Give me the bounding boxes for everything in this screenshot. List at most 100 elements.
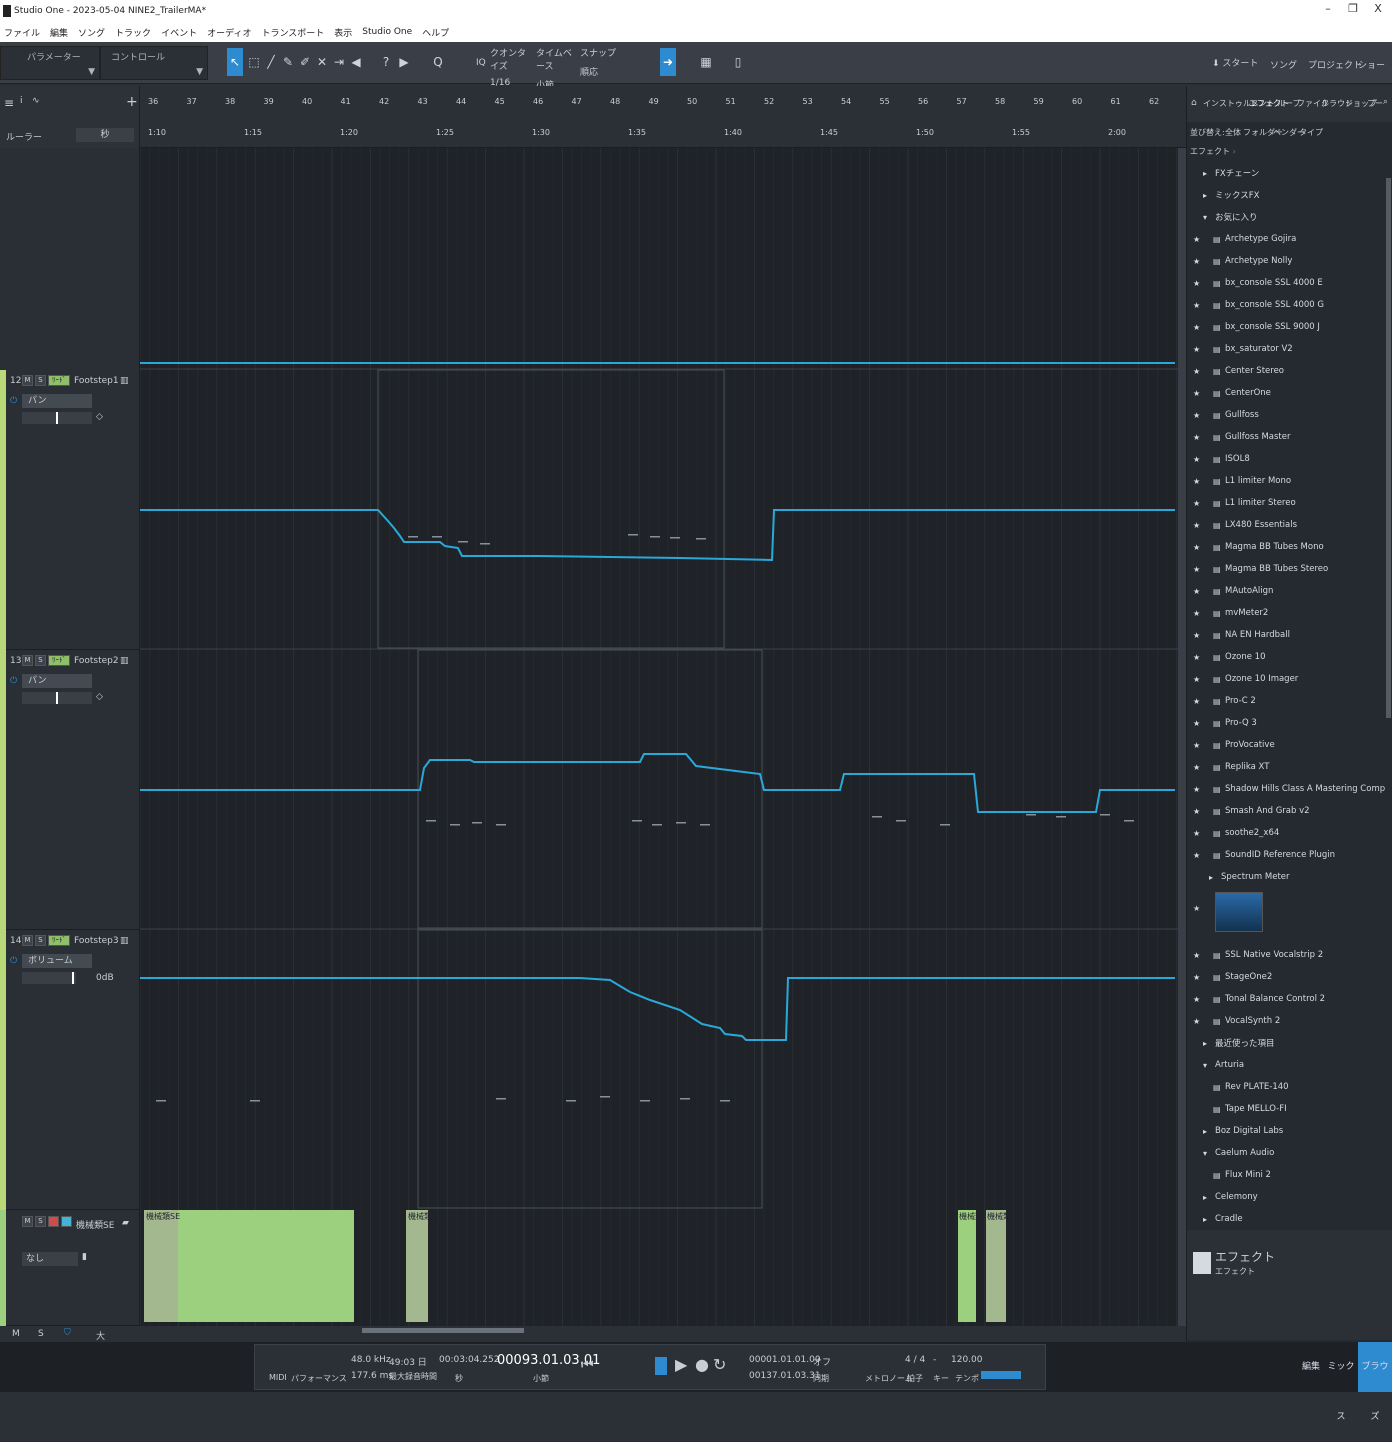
footer-size[interactable]: 大 — [96, 1329, 105, 1342]
show-button[interactable]: ショー — [1358, 58, 1385, 71]
quantize-icon[interactable]: ▶ — [396, 48, 412, 76]
favorite-item[interactable]: ★ ▤ Archetype Gojira — [1187, 228, 1387, 250]
shield-icon[interactable]: ⛉ — [64, 1328, 71, 1338]
tab-pool[interactable]: プー — [1367, 98, 1383, 109]
loop-left[interactable]: 00001.01.01.00 — [749, 1355, 821, 1365]
read-mode-button[interactable]: ﾘｰﾄﾞ — [48, 935, 70, 946]
solo-button[interactable]: S — [35, 655, 46, 666]
favorite-item[interactable]: ★ ▤ Pro-Q 3 — [1187, 712, 1387, 734]
star-icon[interactable]: ★ — [1193, 543, 1200, 552]
track-footstep1[interactable]: 12 M S ﾘｰﾄﾞ Footstep1 ▥ ⏻ パン ◇ — [0, 370, 140, 650]
slider-handle[interactable] — [56, 412, 58, 424]
mute-button[interactable]: M — [22, 655, 33, 666]
star-icon[interactable]: ★ — [1193, 653, 1200, 662]
quantize-box[interactable]: クオンタイズ 1/16 — [490, 46, 534, 88]
favorite-item[interactable]: ★ ▤ ISOL8 — [1187, 448, 1387, 470]
grid-icon[interactable]: ▦ — [698, 48, 714, 76]
star-icon[interactable]: ★ — [1193, 697, 1200, 706]
arrow-tool[interactable]: ↖ — [227, 48, 243, 76]
favorite-item[interactable]: ★ ▤ Magma BB Tubes Mono — [1187, 536, 1387, 558]
favorite-item[interactable]: ★ ▤ NA EN Hardball — [1187, 624, 1387, 646]
automation-pan-footstep2[interactable] — [140, 753, 1175, 813]
sort-type[interactable]: タイプ — [1299, 127, 1323, 138]
listen-tool[interactable]: ◀ — [348, 48, 364, 76]
menu-track[interactable]: トラック — [115, 26, 151, 39]
split-tool[interactable]: ╱ — [263, 48, 279, 76]
automation-pan-footstep1[interactable] — [140, 509, 1175, 562]
favorite-item[interactable]: ★ ▤ L1 limiter Stereo — [1187, 492, 1387, 514]
star-icon[interactable]: ★ — [1193, 719, 1200, 728]
favorite-item[interactable]: ★ ▤ CenterOne — [1187, 382, 1387, 404]
audio-clip[interactable] — [406, 1210, 428, 1322]
metronome-label[interactable]: メトロノーム — [865, 1373, 913, 1384]
favorite-item[interactable]: ★ ▤ Shadow Hills Class A Mastering Comp — [1187, 778, 1387, 800]
favorite-item[interactable]: ★ ▤ mvMeter2 — [1187, 602, 1387, 624]
mute-tool[interactable]: ✕ — [314, 48, 330, 76]
track-name[interactable]: Footstep3 — [74, 936, 119, 946]
menu-icon[interactable]: ≡ — [4, 96, 14, 110]
vendor-folder[interactable]: ▾ Arturia — [1187, 1054, 1387, 1076]
footer-mute[interactable]: M — [12, 1329, 20, 1339]
star-icon[interactable]: ★ — [1193, 565, 1200, 574]
ruler-unit-select[interactable]: 秒 — [76, 128, 134, 142]
star-icon[interactable]: ★ — [1193, 1017, 1200, 1026]
mute-button[interactable]: M — [22, 1216, 33, 1227]
param-select[interactable]: ボリューム — [22, 954, 92, 968]
play-icon[interactable]: ▶ — [675, 1355, 687, 1374]
star-icon[interactable]: ★ — [1193, 763, 1200, 772]
time-signature[interactable]: 4 / 4 — [905, 1355, 925, 1365]
menu-studio-one[interactable]: Studio One — [362, 27, 412, 37]
star-icon[interactable]: ★ — [1193, 389, 1200, 398]
vendor-item[interactable]: ▤ Tape MELLO-FI — [1187, 1098, 1387, 1120]
link-icon[interactable]: ◇ — [96, 412, 103, 422]
slider-handle[interactable] — [72, 972, 74, 984]
favorite-item[interactable]: ★ ▤ bx_console SSL 4000 G — [1187, 294, 1387, 316]
track-footstep3[interactable]: 14 M S ﾘｰﾄﾞ Footstep3 ▥ ⏻ ボリューム 0dB — [0, 930, 140, 1210]
power-icon[interactable]: ⏻ — [10, 676, 17, 686]
folder-mix-fx[interactable]: ▸ ミックスFX — [1187, 184, 1387, 206]
track-machine-se[interactable]: M S 機械類SE ▰ なし ▮ — [0, 1210, 140, 1326]
home-icon[interactable]: ⌂ — [1191, 98, 1197, 108]
star-icon[interactable]: ★ — [1193, 433, 1200, 442]
star-icon[interactable]: ★ — [1193, 995, 1200, 1004]
param-slider[interactable] — [22, 972, 76, 984]
tempo-value[interactable]: 120.00 — [951, 1355, 983, 1365]
star-icon[interactable]: ★ — [1193, 587, 1200, 596]
favorite-item[interactable]: ★ ▤ Gullfoss Master — [1187, 426, 1387, 448]
star-icon[interactable]: ★ — [1193, 741, 1200, 750]
loop-right[interactable]: 00137.01.03.31 — [749, 1371, 821, 1381]
follow-icon[interactable]: ➜ — [660, 48, 676, 76]
power-icon[interactable]: ⏻ — [10, 956, 17, 966]
add-track-icon[interactable]: + — [126, 94, 138, 110]
vendor-folder[interactable]: ▾ Caelum Audio — [1187, 1142, 1387, 1164]
power-icon[interactable]: ⏻ — [10, 396, 17, 406]
vendor-folder[interactable]: ▸ Celemony — [1187, 1186, 1387, 1208]
help-icon[interactable]: ? — [378, 48, 394, 76]
favorite-item[interactable]: ★ ▤ StageOne2 — [1187, 966, 1387, 988]
menu-song[interactable]: ソング — [78, 26, 105, 39]
info-icon[interactable]: i — [20, 96, 23, 106]
track-name[interactable]: 機械類SE — [76, 1218, 114, 1231]
spectrum-meter[interactable]: ▸ Spectrum Meter — [1187, 866, 1387, 888]
stop-button[interactable] — [655, 1357, 667, 1375]
favorite-item[interactable]: ★ ▤ SSL Native Vocalstrip 2 — [1187, 944, 1387, 966]
star-icon[interactable]: ★ — [1193, 345, 1200, 354]
star-icon[interactable]: ★ — [1193, 257, 1200, 266]
mute-button[interactable]: M — [22, 375, 33, 386]
bend-tool[interactable]: ⇥ — [331, 48, 347, 76]
favorite-item[interactable]: ★ ▤ Tonal Balance Control 2 — [1187, 988, 1387, 1010]
solo-button[interactable]: S — [35, 375, 46, 386]
vendor-folder[interactable]: ▸ Cradle — [1187, 1208, 1387, 1230]
folder-favorites[interactable]: ▾ お気に入り — [1187, 206, 1387, 228]
footer-solo[interactable]: S — [38, 1329, 44, 1339]
zoom-icon[interactable]: Q — [430, 48, 446, 76]
timebase-box[interactable]: タイムベース 小節 — [536, 46, 580, 91]
vendor-item[interactable]: ▤ Rev PLATE-140 — [1187, 1076, 1387, 1098]
key-value[interactable]: - — [933, 1355, 936, 1365]
mute-button[interactable]: M — [22, 935, 33, 946]
favorite-item[interactable]: ★ ▤ bx_console SSL 9000 J — [1187, 316, 1387, 338]
time-display[interactable]: 00:03:04.252 — [439, 1355, 499, 1365]
star-icon[interactable]: ★ — [1193, 455, 1200, 464]
tab-edit[interactable]: 編集 — [1296, 1342, 1326, 1392]
record-button[interactable] — [48, 1216, 59, 1227]
